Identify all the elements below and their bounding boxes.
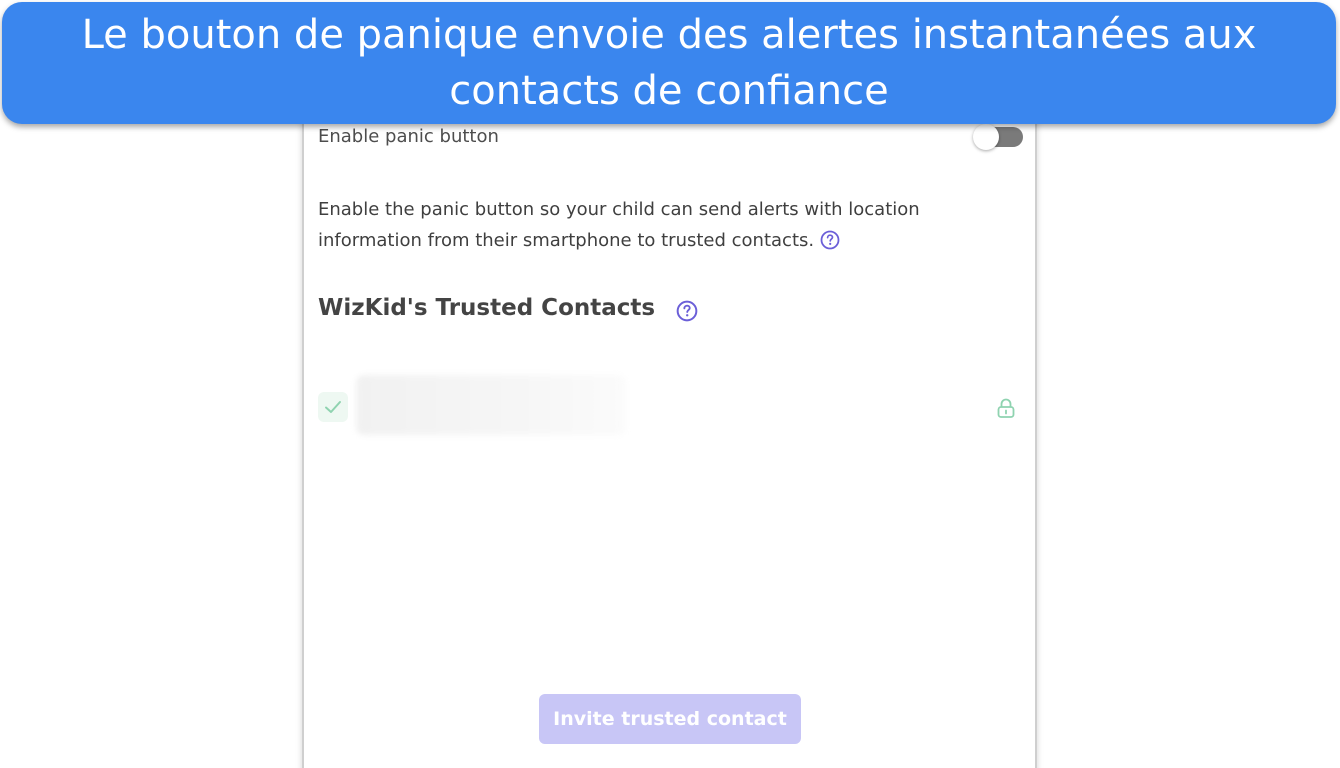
screenshot-stage: Enable panic button Enable the panic but… [0, 0, 1340, 768]
invite-trusted-contact-button[interactable]: Invite trusted contact [539, 694, 801, 744]
contact-name-redacted [356, 375, 626, 435]
toggle-knob [973, 124, 999, 150]
panic-toggle-label: Enable panic button [318, 126, 499, 147]
contact-checkbox[interactable] [318, 392, 348, 422]
check-icon [325, 401, 341, 413]
settings-panel: Enable panic button Enable the panic but… [302, 90, 1037, 768]
caption-banner: Le bouton de panique envoie des alertes … [2, 2, 1336, 124]
trusted-contact-row [318, 375, 1021, 435]
panic-toggle-row: Enable panic button [318, 124, 1023, 152]
lock-icon [995, 397, 1017, 419]
question-circle-icon[interactable] [676, 300, 698, 322]
trusted-contacts-title: WizKid's Trusted Contacts [318, 295, 656, 321]
caption-text: Le bouton de panique envoie des alertes … [81, 12, 1257, 114]
panic-button-toggle[interactable] [973, 124, 1023, 150]
question-circle-icon[interactable] [820, 229, 840, 250]
panic-description: Enable the panic button so your child ca… [318, 194, 1023, 256]
